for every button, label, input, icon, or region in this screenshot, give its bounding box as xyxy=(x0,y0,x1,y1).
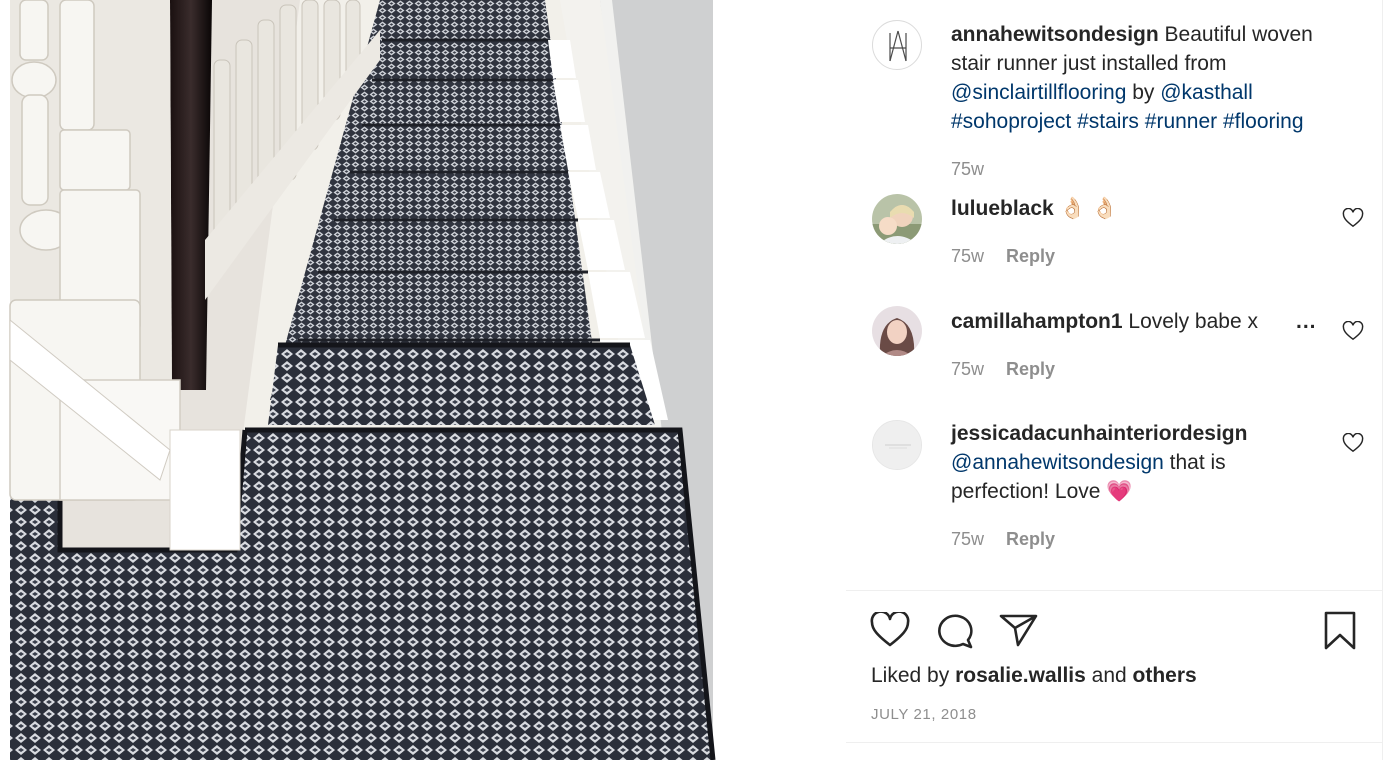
post-date[interactable]: July 21, 2018 xyxy=(871,706,977,723)
post-caption: annahewitsondesign Beautiful woven stair… xyxy=(951,20,1351,136)
comment-age[interactable]: 75w xyxy=(951,359,984,379)
comment-age[interactable]: 75w xyxy=(951,529,984,549)
comment-3: jessicadacunhainteriordesign @annahewitso… xyxy=(951,419,1251,506)
reply-button[interactable]: Reply xyxy=(1006,246,1055,266)
author-username[interactable]: annahewitsondesign xyxy=(951,23,1159,46)
likes-summary: Liked by rosalie.wallis and others xyxy=(871,664,1197,688)
post-timestamp[interactable]: 75w xyxy=(951,159,984,179)
author-avatar[interactable] xyxy=(872,20,922,70)
caption-text-by: by xyxy=(1126,81,1161,104)
comment-icon[interactable] xyxy=(935,612,975,650)
comment-username[interactable]: jessicadacunhainteriordesign xyxy=(951,422,1247,445)
share-icon[interactable] xyxy=(998,612,1040,648)
likes-others-button[interactable]: others xyxy=(1133,664,1197,687)
heart-icon[interactable] xyxy=(870,612,910,648)
comment-2: camillahampton1 Lovely babe x xyxy=(951,307,1291,336)
monogram-logo-icon xyxy=(889,30,907,62)
comment-username[interactable]: camillahampton1 xyxy=(951,310,1123,333)
likes-middle: and xyxy=(1085,664,1133,687)
comment-age[interactable]: 75w xyxy=(951,246,984,266)
caption-mention-kasthall[interactable]: @kasthall xyxy=(1160,81,1253,104)
comment-like-heart-icon[interactable] xyxy=(1342,433,1364,453)
profile-photo-icon xyxy=(872,194,922,244)
commenter-avatar-camillahampton1[interactable] xyxy=(872,306,922,356)
caption-mention-sinclair[interactable]: @sinclairtillflooring xyxy=(951,81,1126,104)
actions-divider xyxy=(846,590,1382,591)
reply-button[interactable]: Reply xyxy=(1006,529,1055,549)
comment-like-heart-icon[interactable] xyxy=(1342,321,1364,341)
commenter-avatar-lulueblack[interactable] xyxy=(872,194,922,244)
panel-border-right xyxy=(1382,0,1383,760)
profile-photo-icon xyxy=(872,306,922,356)
bookmark-icon[interactable] xyxy=(1322,610,1358,652)
comment-1-meta: 75w Reply xyxy=(951,246,1055,267)
likes-prefix: Liked by xyxy=(871,664,956,687)
caption-hashtags[interactable]: #sohoproject #stairs #runner #flooring xyxy=(951,110,1304,133)
likes-user[interactable]: rosalie.wallis xyxy=(955,664,1086,687)
more-button[interactable]: ... xyxy=(1296,307,1317,336)
comment-2-meta: 75w Reply xyxy=(951,359,1055,380)
commenter-avatar-jessicadacunhainteriordesign[interactable] xyxy=(872,420,922,470)
comment-like-heart-icon[interactable] xyxy=(1342,208,1364,228)
comment-text: Lovely babe x xyxy=(1122,310,1258,333)
comment-text: 👌🏻 👌🏻 xyxy=(1053,197,1118,220)
comment-username[interactable]: lulueblack xyxy=(951,197,1054,220)
post-photo[interactable] xyxy=(0,0,845,760)
comment-box-divider xyxy=(846,742,1382,743)
stair-runner-photo xyxy=(9,0,716,760)
comment-mention[interactable]: @annahewitsondesign xyxy=(951,451,1164,474)
reply-button[interactable]: Reply xyxy=(1006,359,1055,379)
comment-3-meta: 75w Reply xyxy=(951,529,1055,550)
comment-1: lulueblack 👌🏻 👌🏻 xyxy=(951,194,1351,223)
brand-logo-icon xyxy=(873,421,921,469)
post-age: 75w xyxy=(951,159,984,180)
